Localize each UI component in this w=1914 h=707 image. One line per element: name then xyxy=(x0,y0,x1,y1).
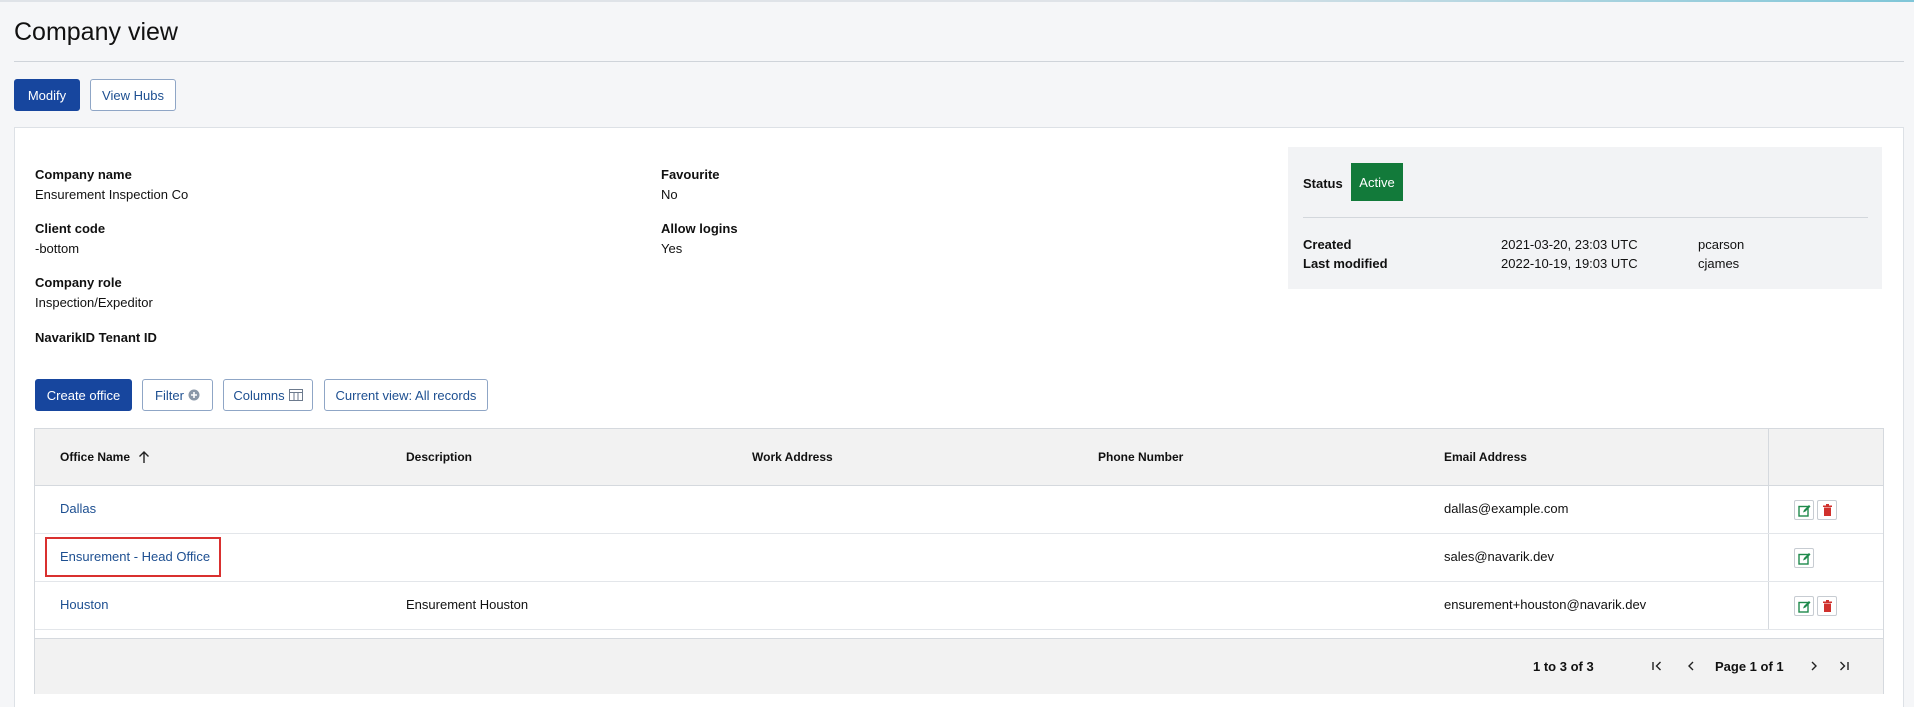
table-row: Dallas dallas@example.com xyxy=(35,486,1883,534)
edit-icon xyxy=(1797,504,1810,517)
create-office-button[interactable]: Create office xyxy=(35,379,132,411)
created-label: Created xyxy=(1303,237,1352,252)
page-title: Company view xyxy=(14,18,178,46)
columns-button-label: Columns xyxy=(233,387,285,403)
favourite-label: Favourite xyxy=(661,167,720,182)
allow-logins-value: Yes xyxy=(661,241,683,256)
last-page-icon[interactable] xyxy=(1835,657,1853,675)
email-cell: dallas@example.com xyxy=(1444,501,1569,516)
trash-icon xyxy=(1822,504,1832,516)
modify-button[interactable]: Modify xyxy=(14,79,80,111)
column-header-description[interactable]: Description xyxy=(406,450,472,464)
last-modified-date: 2022-10-19, 19:03 UTC xyxy=(1501,256,1638,271)
previous-page-icon[interactable] xyxy=(1682,657,1700,675)
top-accent-line xyxy=(0,0,1914,2)
title-divider xyxy=(14,61,1904,62)
trash-icon xyxy=(1822,600,1832,612)
edit-button[interactable] xyxy=(1794,596,1814,616)
favourite-value: No xyxy=(661,187,678,202)
created-user: pcarson xyxy=(1698,237,1745,252)
email-cell: ensurement+houston@navarik.dev xyxy=(1444,597,1647,612)
office-name-header-label: Office Name xyxy=(60,450,131,464)
columns-icon xyxy=(288,389,303,401)
created-date: 2021-03-20, 23:03 UTC xyxy=(1501,237,1638,252)
status-badge: Active xyxy=(1351,163,1403,201)
filter-button-label: Filter xyxy=(155,387,184,403)
pagination-summary: 1 to 3 of 3 xyxy=(1533,659,1594,674)
company-role-value: Inspection/Expeditor xyxy=(35,295,153,310)
description-cell: Ensurement Houston xyxy=(406,597,529,612)
allow-logins-label: Allow logins xyxy=(661,221,738,236)
columns-button[interactable]: Columns xyxy=(223,379,313,411)
office-name-link[interactable]: Dallas xyxy=(60,501,96,516)
first-page-icon[interactable] xyxy=(1648,657,1666,675)
company-name-label: Company name xyxy=(35,167,132,182)
office-name-link[interactable]: Ensurement - Head Office xyxy=(60,549,210,564)
column-header-phone-number[interactable]: Phone Number xyxy=(1098,450,1183,464)
column-header-work-address[interactable]: Work Address xyxy=(752,450,833,464)
edit-icon xyxy=(1797,552,1810,565)
offices-table: Office Name Description Work Address Pho… xyxy=(34,428,1884,694)
view-hubs-button[interactable]: View Hubs xyxy=(90,79,176,111)
current-view-button[interactable]: Current view: All records xyxy=(324,379,488,411)
plus-circle-icon xyxy=(188,389,200,401)
pagination-bar: 1 to 3 of 3 Page 1 of 1 xyxy=(35,638,1883,694)
client-code-value: -bottom xyxy=(35,241,80,256)
table-header: Office Name Description Work Address Pho… xyxy=(35,429,1883,486)
company-role-label: Company role xyxy=(35,275,122,290)
edit-button[interactable] xyxy=(1794,548,1814,568)
column-header-email-address[interactable]: Email Address xyxy=(1444,450,1527,464)
company-name-value: Ensurement Inspection Co xyxy=(35,187,189,202)
column-header-office-name[interactable]: Office Name xyxy=(60,450,150,464)
edit-button[interactable] xyxy=(1794,500,1814,520)
last-modified-label: Last modified xyxy=(1303,256,1388,271)
sort-ascending-icon xyxy=(139,450,150,463)
office-name-link[interactable]: Houston xyxy=(60,597,108,612)
table-row: Houston Ensurement Houston ensurement+ho… xyxy=(35,582,1883,630)
table-row: Ensurement - Head Office sales@navarik.d… xyxy=(35,534,1883,582)
client-code-label: Client code xyxy=(35,221,106,236)
edit-icon xyxy=(1797,600,1810,613)
status-label: Status xyxy=(1303,176,1343,191)
tenant-id-label: NavarikID Tenant ID xyxy=(35,330,157,345)
next-page-icon[interactable] xyxy=(1805,657,1823,675)
email-cell: sales@navarik.dev xyxy=(1444,549,1555,564)
filter-button[interactable]: Filter xyxy=(142,379,213,411)
delete-button[interactable] xyxy=(1817,500,1837,520)
page-indicator: Page 1 of 1 xyxy=(1715,659,1784,674)
status-divider xyxy=(1303,217,1868,218)
delete-button[interactable] xyxy=(1817,596,1837,616)
last-modified-user: cjames xyxy=(1698,256,1740,271)
